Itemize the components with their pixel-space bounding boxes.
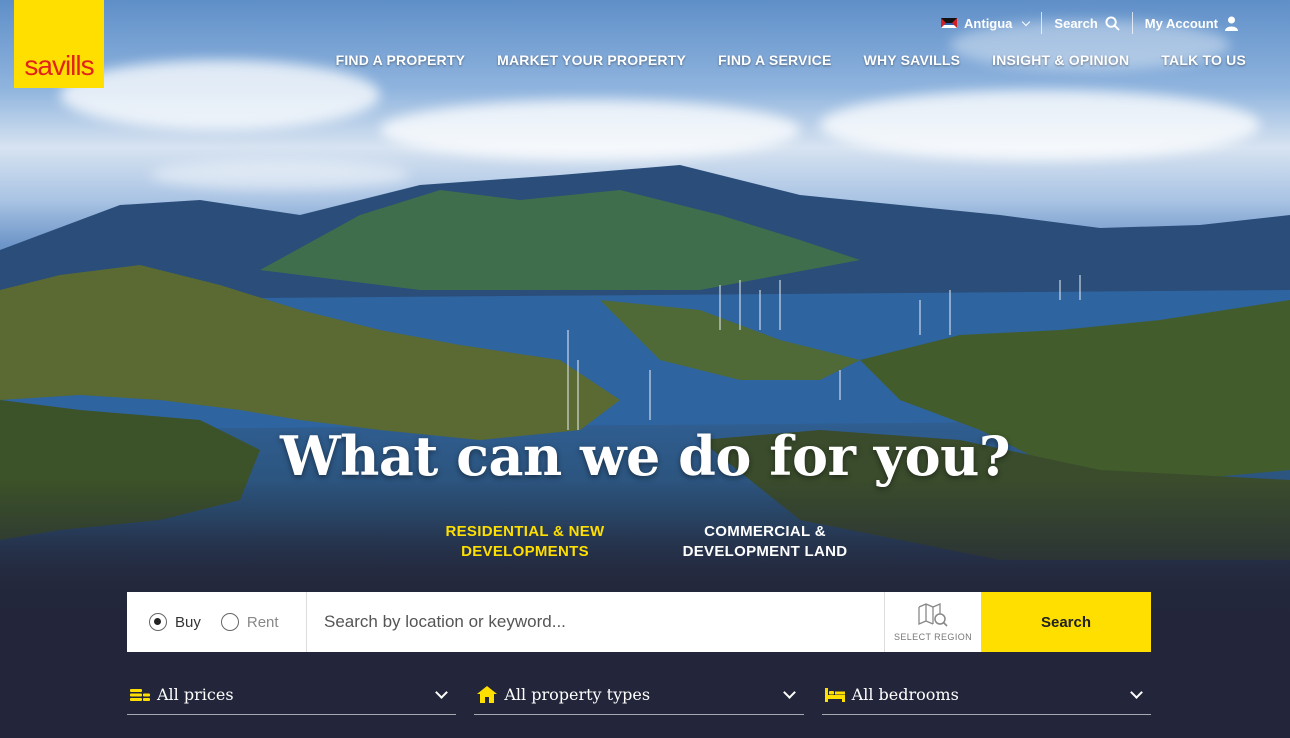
search-filters: All prices All property types All bedroo… [127, 675, 1151, 715]
country-label: Antigua [964, 15, 1013, 31]
select-region-button[interactable]: SELECT REGION [884, 592, 981, 652]
nav-insight-opinion[interactable]: INSIGHT & OPINION [992, 52, 1129, 68]
buy-radio[interactable]: Buy [149, 613, 201, 631]
property-type-filter[interactable]: All property types [474, 675, 804, 715]
chevron-down-icon [1130, 686, 1143, 699]
my-account-label: My Account [1144, 15, 1218, 31]
main-nav: FIND A PROPERTY MARKET YOUR PROPERTY FIN… [336, 52, 1246, 68]
chevron-down-icon [782, 686, 796, 699]
coins-icon [129, 688, 151, 702]
search-button[interactable]: Search [981, 592, 1151, 652]
tab-commercial[interactable]: COMMERCIAL & DEVELOPMENT LAND [675, 522, 855, 562]
price-filter-label: All prices [157, 685, 234, 704]
logo-text: savills [24, 50, 94, 81]
chevron-down-icon [435, 686, 449, 699]
property-search-bar: Buy Rent SELECT REGION Search [127, 592, 1151, 652]
map-search-icon [918, 603, 948, 627]
tab-residential[interactable]: RESIDENTIAL & NEW DEVELOPMENTS [435, 522, 615, 562]
my-account-link[interactable]: My Account [1133, 16, 1250, 31]
price-filter[interactable]: All prices [127, 675, 457, 715]
rent-label: Rent [246, 613, 279, 631]
header-search-label: Search [1054, 15, 1098, 31]
hero-headline: What can we do for you? [279, 424, 1011, 488]
savills-logo[interactable]: savills [14, 0, 104, 88]
flag-antigua-icon [941, 18, 958, 28]
search-icon [1105, 15, 1120, 31]
header-search-link[interactable]: Search [1042, 16, 1131, 31]
buy-rent-toggle: Buy Rent [127, 592, 307, 652]
user-icon [1225, 16, 1238, 31]
nav-why-savills[interactable]: WHY SAVILLS [864, 52, 961, 68]
nav-market-your-property[interactable]: MARKET YOUR PROPERTY [497, 52, 686, 68]
buy-label: Buy [175, 613, 201, 631]
nav-talk-to-us[interactable]: TALK TO US [1161, 52, 1246, 68]
radio-unchecked-icon [220, 613, 239, 631]
select-region-label: SELECT REGION [893, 632, 973, 642]
property-type-filter-label: All property types [504, 685, 651, 704]
search-tabs: RESIDENTIAL & NEW DEVELOPMENTS COMMERCIA… [0, 522, 1290, 562]
chevron-down-icon [1022, 17, 1031, 26]
rent-radio[interactable]: Rent [220, 613, 279, 631]
bedrooms-filter[interactable]: All bedrooms [821, 675, 1151, 715]
utility-bar: Antigua Search My Account [929, 12, 1250, 34]
country-selector[interactable]: Antigua [929, 16, 1041, 31]
location-search-input[interactable] [307, 592, 884, 652]
bedrooms-filter-label: All bedrooms [851, 685, 959, 704]
nav-find-a-service[interactable]: FIND A SERVICE [718, 52, 832, 68]
radio-checked-icon [149, 613, 167, 631]
house-icon [476, 686, 498, 703]
bed-icon [824, 687, 846, 702]
nav-find-a-property[interactable]: FIND A PROPERTY [336, 52, 466, 68]
